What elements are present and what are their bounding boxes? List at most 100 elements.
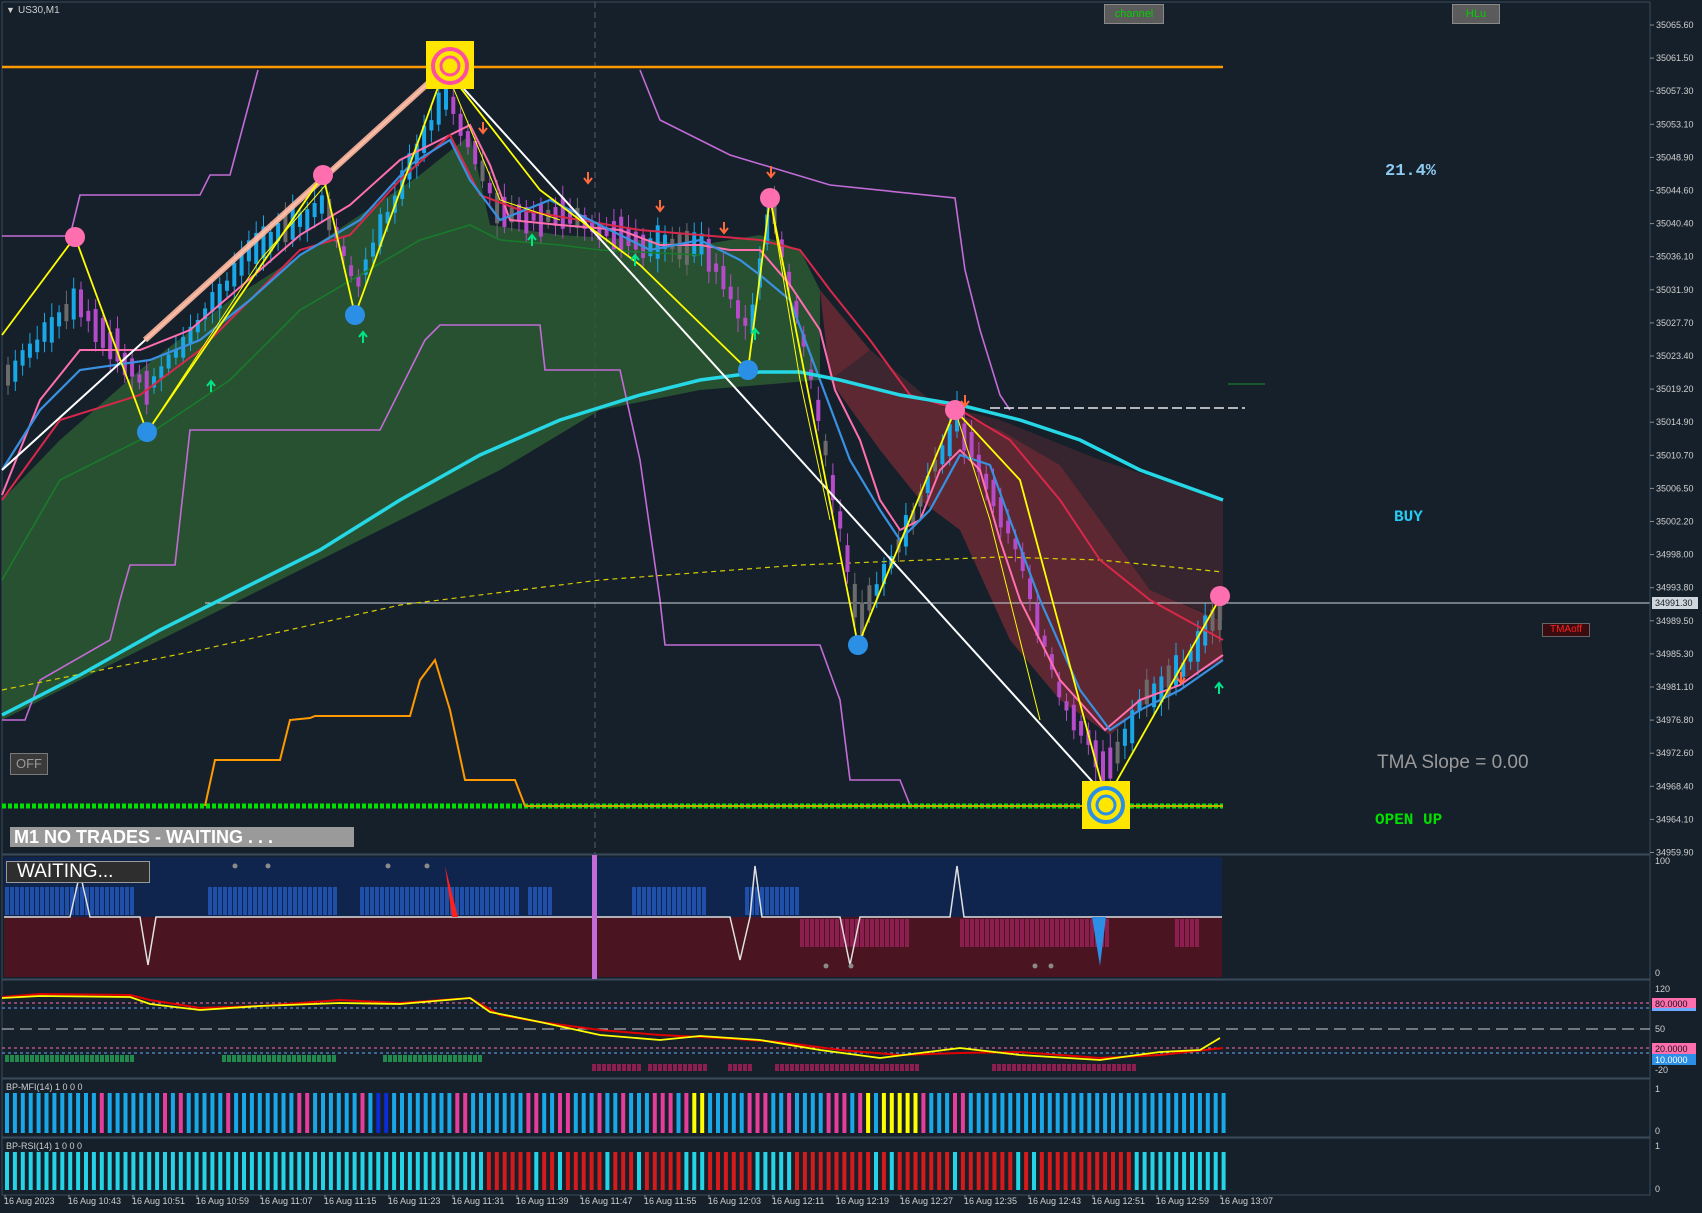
time-axis[interactable]: 16 Aug 2023 16 Aug 10:43 16 Aug 10:51 16 Au… bbox=[4, 1195, 1273, 1206]
trend-block-bull bbox=[50, 887, 54, 915]
mfi-bar bbox=[1213, 1093, 1218, 1133]
mfi-bar bbox=[415, 1093, 420, 1133]
trend-block-bull bbox=[208, 887, 212, 915]
trade-status-banner: M1 NO TRADES - WAITING . . . bbox=[10, 827, 354, 847]
trend-block-bull bbox=[515, 887, 519, 915]
rsi-bar bbox=[439, 1152, 444, 1190]
mfi-bar bbox=[589, 1093, 594, 1133]
mfi-bar bbox=[850, 1093, 855, 1133]
mfi-bar bbox=[494, 1093, 499, 1133]
trend-block-bull bbox=[505, 887, 509, 915]
rsi-bar bbox=[1024, 1152, 1029, 1190]
rsi-bar bbox=[91, 1152, 96, 1190]
osc-block bbox=[800, 1064, 804, 1071]
mfi-bar bbox=[60, 1093, 65, 1133]
menu-glyph-icon[interactable]: ▼ bbox=[6, 5, 15, 15]
rsi-bar bbox=[1000, 1152, 1005, 1190]
osc-block bbox=[478, 1055, 482, 1062]
buy-signal-label: BUY bbox=[1394, 508, 1423, 526]
rsi-bar bbox=[518, 1152, 523, 1190]
mfi-bar bbox=[486, 1093, 491, 1133]
osc-block bbox=[688, 1064, 692, 1071]
mfi-bar bbox=[1126, 1093, 1131, 1133]
price-tick-label: 35010.70 bbox=[1656, 450, 1694, 460]
osc-block bbox=[860, 1064, 864, 1071]
osc-block bbox=[458, 1055, 462, 1062]
osc-block bbox=[627, 1064, 631, 1071]
channel-button[interactable]: channel bbox=[1104, 4, 1164, 24]
osc-block bbox=[267, 1055, 271, 1062]
rsi-bar bbox=[52, 1152, 57, 1190]
rsi-top: 1 bbox=[1655, 1141, 1660, 1151]
mfi-bar bbox=[186, 1093, 191, 1133]
price-tick-label: 34998.00 bbox=[1656, 550, 1694, 560]
price-axis[interactable]: 35065.60 35061.50 35057.30 35053.10 35048.90… bbox=[1650, 20, 1694, 858]
mfi-bar bbox=[1205, 1093, 1210, 1133]
rsi-bar bbox=[265, 1152, 270, 1190]
trend-block-bear bbox=[870, 919, 874, 947]
rsi-bar bbox=[257, 1152, 262, 1190]
rsi-bar bbox=[795, 1152, 799, 1190]
osc-block bbox=[678, 1064, 682, 1071]
off-toggle-button[interactable]: OFF bbox=[10, 753, 48, 775]
trend-block-bear bbox=[1075, 919, 1079, 947]
trend-block-bull bbox=[390, 887, 394, 915]
mfi-bar bbox=[376, 1093, 381, 1133]
trend-block-bear bbox=[1180, 919, 1184, 947]
rsi-bar bbox=[471, 1152, 476, 1190]
osc-block bbox=[1072, 1064, 1076, 1071]
rsi-bar bbox=[510, 1152, 515, 1190]
price-tick-label: 35027.70 bbox=[1656, 318, 1694, 328]
mfi-bar bbox=[52, 1093, 57, 1133]
candle-body bbox=[1144, 679, 1149, 705]
rsi-bar bbox=[573, 1152, 578, 1190]
rsi-bar bbox=[992, 1152, 997, 1190]
mfi-bar bbox=[463, 1093, 468, 1133]
rsi-bar bbox=[897, 1152, 902, 1190]
osc-block bbox=[815, 1064, 819, 1071]
osc-block bbox=[1122, 1064, 1126, 1071]
rsi-bar bbox=[850, 1152, 855, 1190]
candle-body bbox=[6, 364, 10, 386]
rsi-bar bbox=[542, 1152, 547, 1190]
osc-block bbox=[307, 1055, 311, 1062]
time-tick-label: 16 Aug 12:03 bbox=[708, 1196, 761, 1206]
trend-block-bear bbox=[1030, 919, 1034, 947]
rsi-bar bbox=[423, 1152, 428, 1190]
rsi-bar bbox=[1190, 1152, 1194, 1190]
time-tick-label: 16 Aug 12:11 bbox=[772, 1196, 824, 1206]
trend-block-bull bbox=[682, 887, 686, 915]
osc-block bbox=[785, 1064, 789, 1071]
mfi-bar bbox=[795, 1093, 799, 1133]
hlu-button[interactable]: HLu bbox=[1452, 4, 1500, 24]
trend-block-bear bbox=[895, 919, 899, 947]
rsi-panel[interactable] bbox=[1, 1137, 1651, 1196]
trend-block-bull bbox=[543, 887, 547, 915]
trend-block-bull bbox=[642, 887, 646, 915]
candle-body bbox=[71, 288, 76, 320]
rsi-histogram bbox=[5, 1152, 1226, 1190]
osc-block bbox=[40, 1055, 44, 1062]
osc-block bbox=[875, 1064, 879, 1071]
tma-off-button[interactable]: TMAoff bbox=[1542, 623, 1590, 637]
trend-block-bull bbox=[652, 887, 656, 915]
rsi-bar bbox=[68, 1152, 73, 1190]
candle-body bbox=[677, 234, 682, 260]
oscillator-panel[interactable] bbox=[1, 979, 1651, 1079]
rsi-bar bbox=[558, 1152, 562, 1190]
mfi-bar bbox=[423, 1093, 428, 1133]
osc-block bbox=[850, 1064, 854, 1071]
rsi-bar bbox=[1055, 1152, 1060, 1190]
rsi-bar bbox=[352, 1152, 357, 1190]
osc-block bbox=[1127, 1064, 1131, 1071]
trend-block-bear bbox=[820, 919, 824, 947]
rsi-bar bbox=[368, 1152, 373, 1190]
osc-block bbox=[865, 1064, 869, 1071]
mfi-bar bbox=[526, 1093, 531, 1133]
trend-block-bull bbox=[765, 887, 769, 915]
mfi-panel[interactable] bbox=[1, 1078, 1651, 1138]
trend-block-bull bbox=[647, 887, 651, 915]
rsi-bar bbox=[384, 1152, 389, 1190]
candle-body bbox=[721, 266, 726, 290]
chart-canvas[interactable]: 35065.60 35061.50 35057.30 35053.10 35048.90… bbox=[0, 0, 1702, 1213]
